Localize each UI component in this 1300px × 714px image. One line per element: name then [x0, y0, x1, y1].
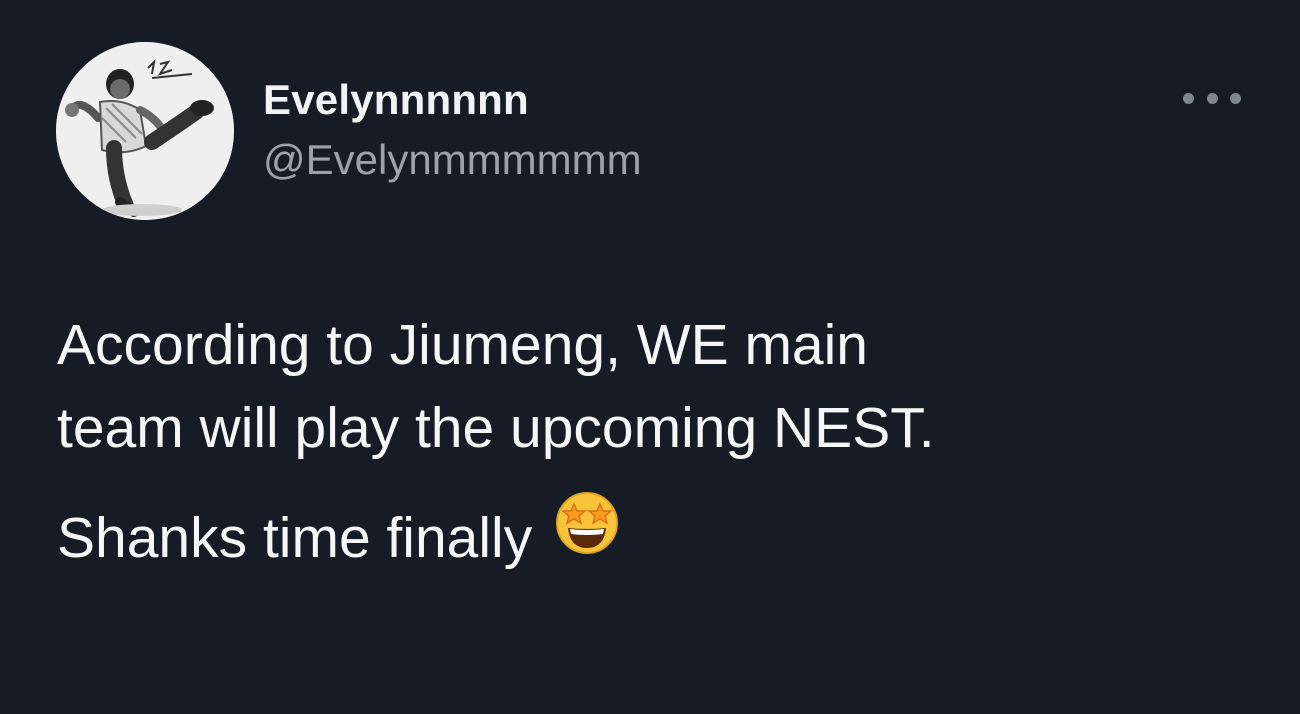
avatar[interactable] — [56, 42, 234, 220]
dot — [1206, 92, 1218, 104]
tweet-line-3: Shanks time finally — [57, 506, 533, 570]
tweet-line-2: team will play the upcoming NEST. — [57, 396, 935, 460]
dot — [1183, 92, 1194, 104]
user-handle[interactable]: @Evelynmmmmmm — [263, 136, 642, 184]
star-struck-emoji-icon — [554, 490, 620, 579]
display-name[interactable]: Evelynnnnnn — [263, 76, 529, 124]
tweet-card: Evelynnnnnn @Evelynmmmmmm According to J… — [0, 0, 1300, 714]
tweet-text: According to Jiumeng, WE main team will … — [57, 304, 1207, 580]
avatar-photo-icon — [56, 42, 234, 220]
tweet-line-1: According to Jiumeng, WE main — [57, 313, 868, 377]
more-options-icon[interactable] — [1183, 86, 1241, 110]
dot — [1230, 92, 1241, 104]
